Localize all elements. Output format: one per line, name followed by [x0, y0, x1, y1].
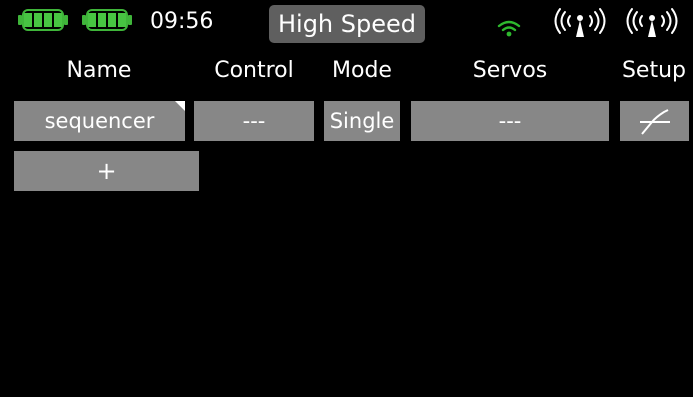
sequencer-name-label: sequencer: [44, 109, 155, 133]
column-headers: Name Control Mode Servos Setup: [0, 55, 693, 87]
mode-button[interactable]: Single: [324, 101, 400, 141]
header-name: Name: [66, 58, 132, 83]
servos-button[interactable]: ---: [411, 101, 609, 141]
add-sequencer-button[interactable]: +: [14, 151, 199, 191]
battery-full-icon: [18, 9, 70, 33]
corner-marker-icon: [175, 101, 185, 111]
header-mode: Mode: [332, 58, 392, 83]
flight-mode-button[interactable]: High Speed: [269, 5, 425, 43]
sequencer-name-button[interactable]: sequencer: [14, 101, 185, 141]
wifi-signal-icon: [497, 20, 521, 37]
header-control: Control: [214, 58, 294, 83]
sequencer-screen: 09:56 High Speed Name Control Mode Servo…: [0, 0, 693, 397]
setup-button[interactable]: [620, 101, 689, 141]
control-button[interactable]: ---: [194, 101, 314, 141]
header-servos: Servos: [472, 58, 548, 83]
header-setup: Setup: [621, 58, 687, 83]
status-bar: 09:56 High Speed: [0, 0, 693, 46]
curve-setup-icon: [640, 109, 670, 135]
clock-time: 09:56: [150, 9, 214, 34]
antenna-icon: [554, 8, 606, 37]
antenna-icon: [626, 8, 678, 37]
battery-full-icon: [82, 9, 134, 33]
